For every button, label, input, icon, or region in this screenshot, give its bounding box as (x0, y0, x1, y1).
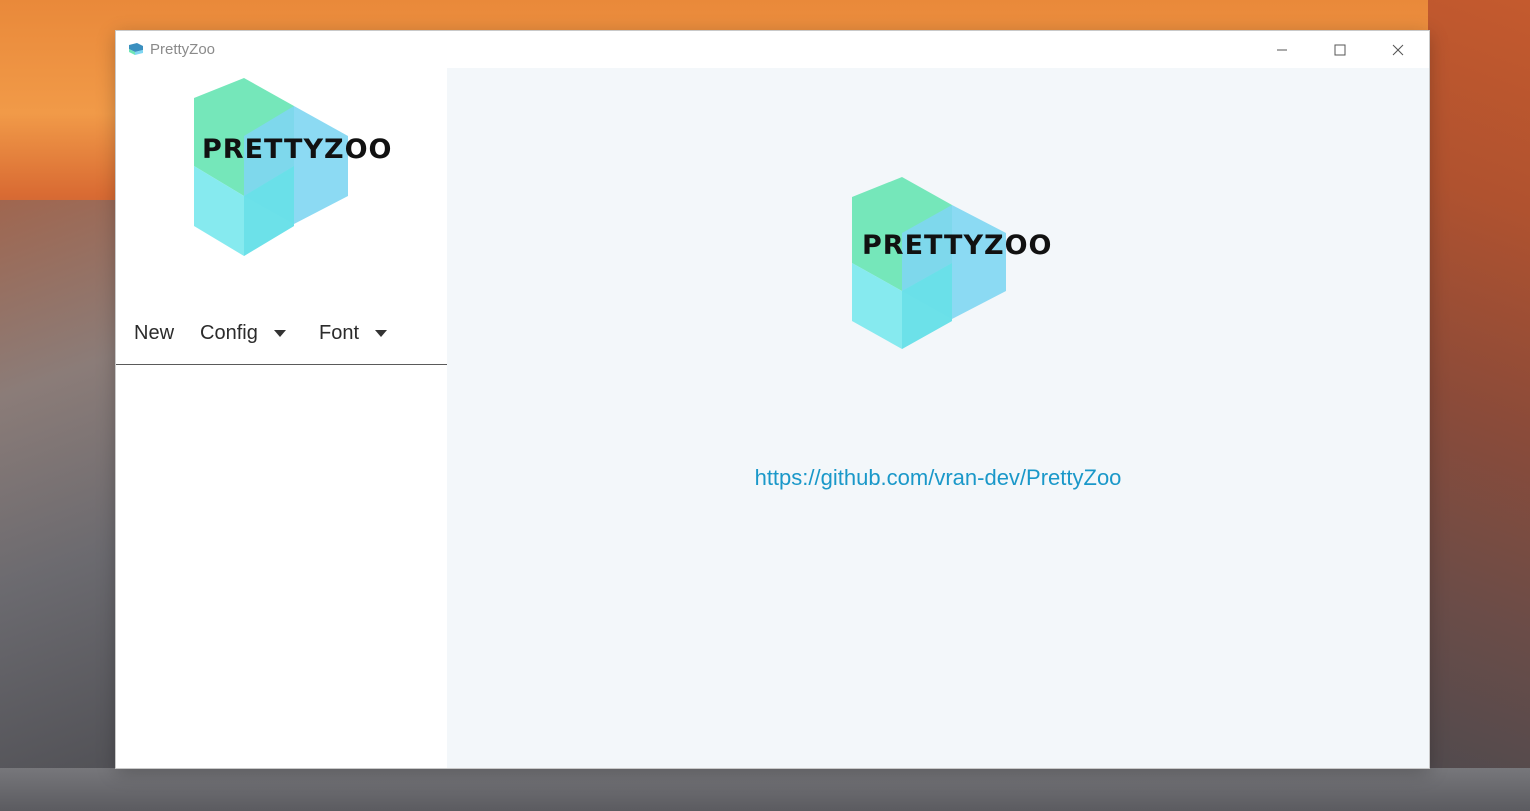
close-button[interactable] (1369, 31, 1427, 68)
minimize-button[interactable] (1253, 31, 1311, 68)
new-button[interactable]: New (134, 318, 174, 348)
title-bar[interactable]: PrettyZoo (116, 31, 1429, 68)
server-list[interactable] (116, 365, 447, 768)
sidebar-logo-text: PRETTYZOO (202, 134, 393, 165)
font-menu-label: Font (319, 321, 360, 344)
desktop-rock-bottom (0, 768, 1530, 811)
prettyzoo-logo: PRETTYZOO (194, 78, 393, 256)
config-menu-label: Config (200, 321, 258, 344)
main-panel: PRETTYZOO https://github.com/vran-dev/Pr… (447, 68, 1429, 768)
app-icon (129, 43, 143, 55)
main-logo-text: PRETTYZOO (862, 230, 1053, 261)
chevron-down-icon (375, 329, 388, 337)
close-icon (1392, 44, 1404, 55)
new-button-label: New (134, 321, 175, 344)
maximize-button[interactable] (1311, 31, 1369, 68)
minimize-icon (1277, 49, 1287, 50)
app-window: PrettyZoo PRETTYZOO New Config Font PRET… (116, 31, 1429, 768)
window-title: PrettyZoo (150, 41, 216, 58)
sidebar: PRETTYZOO New Config Font (116, 68, 447, 768)
github-repo-link[interactable]: https://github.com/vran-dev/PrettyZoo (447, 465, 1429, 491)
chevron-down-icon (273, 329, 286, 337)
font-menu[interactable]: Font (319, 318, 388, 348)
desktop-rock-left (0, 200, 118, 811)
toolbar: New Config Font (116, 312, 447, 360)
config-menu[interactable]: Config (200, 318, 286, 348)
desktop-rock-right (1428, 0, 1530, 811)
maximize-icon (1334, 44, 1346, 55)
prettyzoo-logo: PRETTYZOO (852, 177, 1053, 349)
